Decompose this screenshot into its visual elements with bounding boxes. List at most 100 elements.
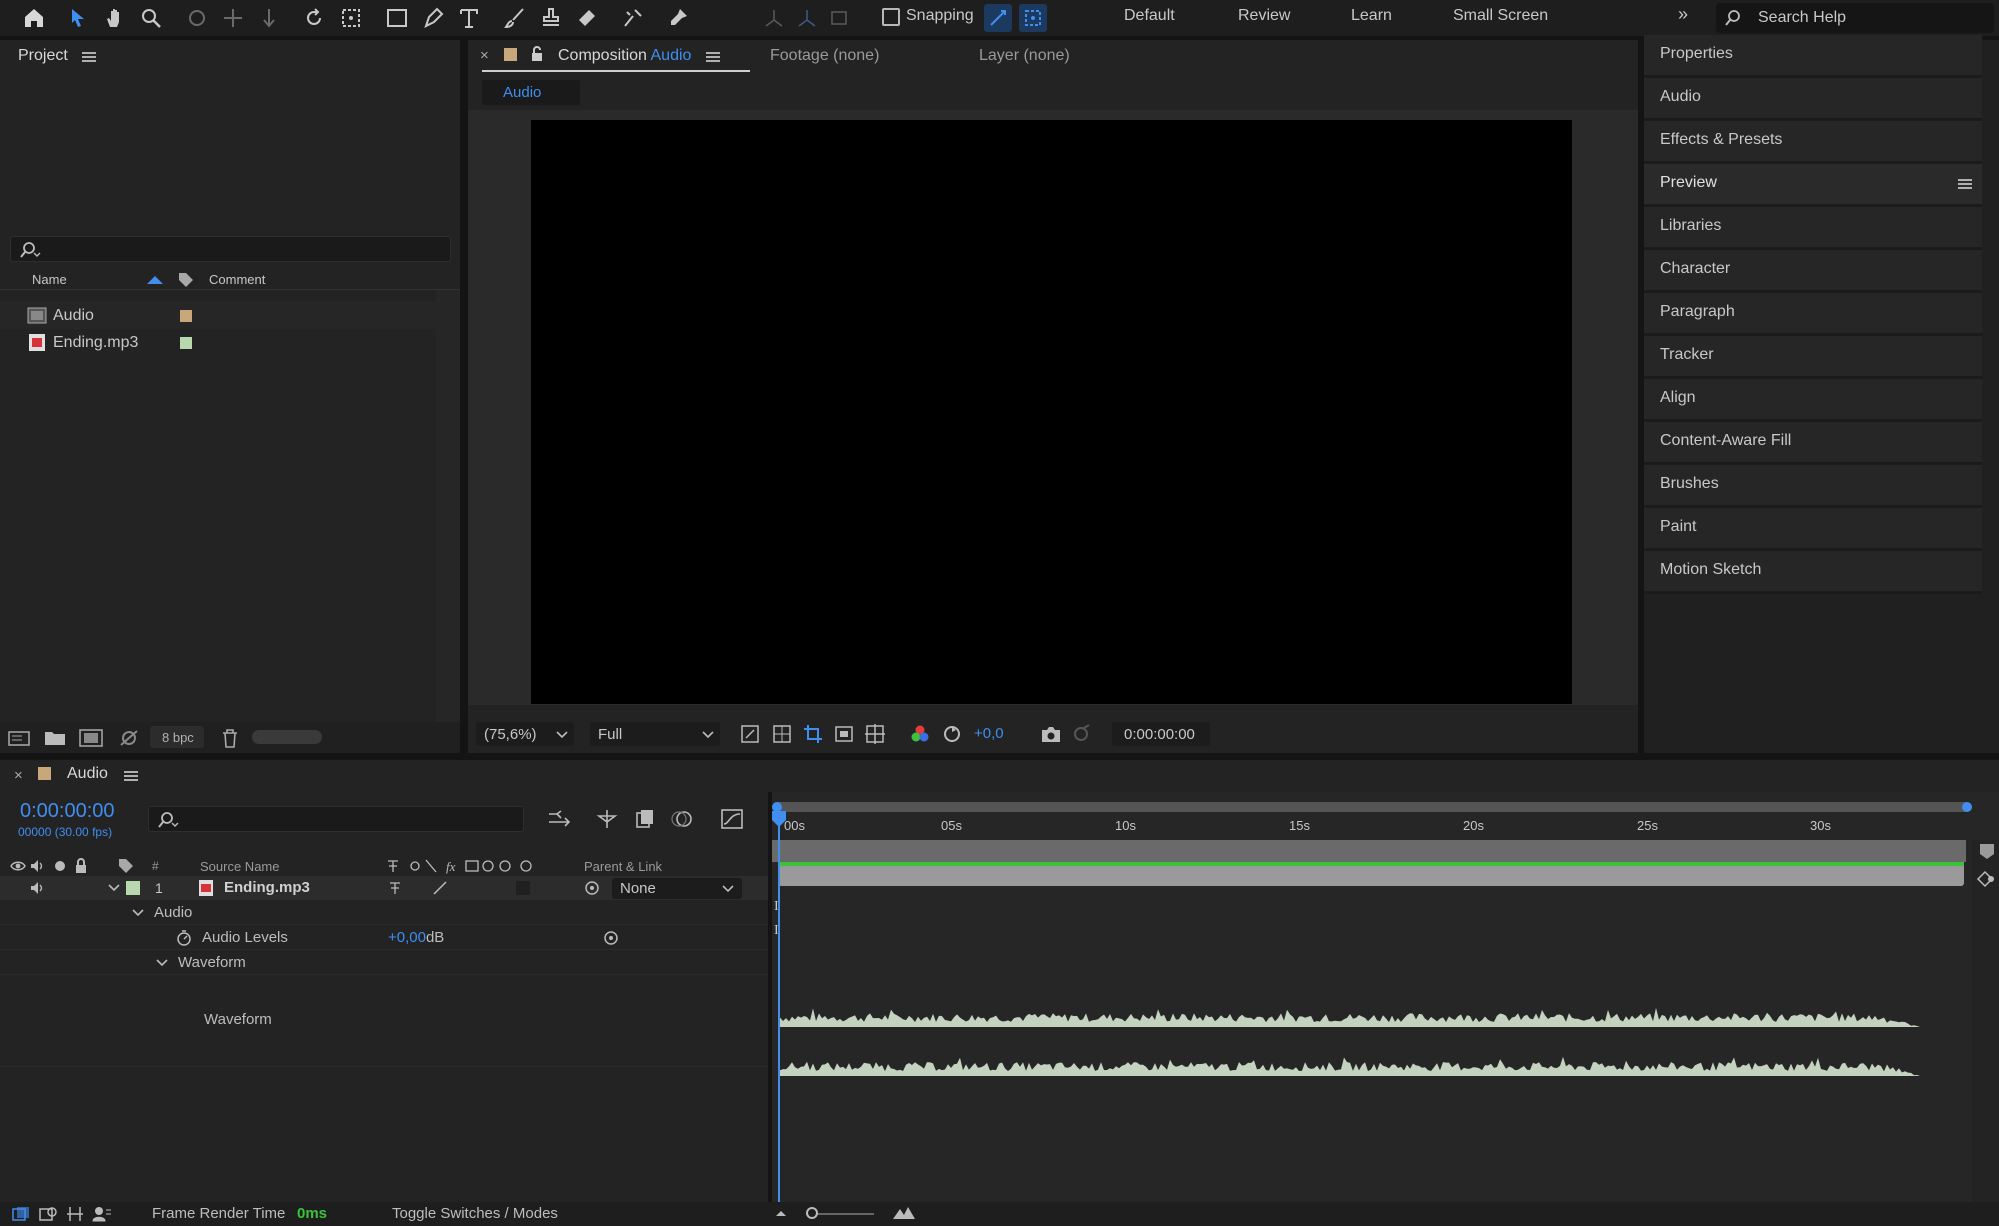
- roto-brush-tool-icon[interactable]: [619, 4, 647, 32]
- hand-tool-icon[interactable]: [101, 4, 129, 32]
- snapshot-camera-icon[interactable]: [1040, 724, 1062, 744]
- panel-effects-presets[interactable]: Effects & Presets: [1644, 121, 1982, 164]
- project-item-row[interactable]: Ending.mp3: [0, 329, 460, 356]
- layer-tab[interactable]: Layer (none): [979, 47, 1070, 65]
- show-snapshot-icon[interactable]: [1070, 724, 1092, 744]
- timeline-scroll-track[interactable]: [1972, 840, 1999, 1202]
- brush-tool-icon[interactable]: [501, 4, 529, 32]
- adjustment-switch[interactable]: [516, 881, 530, 895]
- snap-features-icon[interactable]: [1019, 4, 1047, 32]
- project-search-input[interactable]: [10, 236, 451, 262]
- parent-dropdown[interactable]: None: [612, 878, 742, 899]
- lock-icon[interactable]: [530, 46, 544, 62]
- timeline-search-input[interactable]: [148, 806, 524, 832]
- trash-icon[interactable]: [221, 728, 239, 748]
- new-composition-icon[interactable]: [79, 729, 103, 747]
- toggle-switches-modes-button[interactable]: Toggle Switches / Modes: [392, 1205, 558, 1222]
- viewer-area[interactable]: [468, 110, 1638, 705]
- current-time-display[interactable]: 0:00:00:00: [20, 800, 115, 823]
- eraser-tool-icon[interactable]: [573, 4, 601, 32]
- comp-flowchart-icon[interactable]: [547, 808, 571, 830]
- column-name[interactable]: Name: [32, 272, 67, 287]
- column-parent-link[interactable]: Parent & Link: [584, 859, 662, 874]
- project-title[interactable]: Project: [18, 47, 68, 65]
- panel-preview[interactable]: Preview: [1644, 164, 1982, 207]
- column-source-name[interactable]: Source Name: [200, 859, 279, 874]
- workspace-learn[interactable]: Learn: [1351, 7, 1392, 25]
- panel-paint[interactable]: Paint: [1644, 508, 1982, 551]
- time-graph[interactable]: 00s 05s 10s 15s 20s 25s 30s I I: [772, 792, 1999, 1202]
- solo-icon[interactable]: [54, 860, 66, 872]
- rotation-tool-icon[interactable]: [300, 4, 328, 32]
- project-item-row[interactable]: Audio: [0, 302, 460, 329]
- reset-exposure-icon[interactable]: [942, 724, 962, 744]
- render-time-icon[interactable]: [92, 1206, 112, 1222]
- panel-libraries[interactable]: Libraries: [1644, 207, 1982, 250]
- zoom-tool-icon[interactable]: [137, 4, 165, 32]
- home-icon[interactable]: [20, 4, 48, 32]
- snap-edges-icon[interactable]: [984, 4, 1012, 32]
- pen-tool-icon[interactable]: [419, 4, 447, 32]
- playhead-line[interactable]: [778, 812, 780, 1202]
- label-tag-icon[interactable]: [178, 272, 194, 288]
- magnification-dropdown[interactable]: (75,6%): [476, 722, 574, 746]
- show-channel-icon[interactable]: [910, 724, 930, 744]
- lock-icon[interactable]: [74, 858, 88, 874]
- quality-switch-icon[interactable]: [432, 880, 448, 896]
- chevron-down-icon[interactable]: [132, 909, 144, 917]
- label-color-swatch[interactable]: [504, 48, 517, 61]
- workspace-default[interactable]: Default: [1124, 7, 1175, 25]
- snapping-checkbox[interactable]: [882, 8, 900, 26]
- type-tool-icon[interactable]: [455, 4, 483, 32]
- exposure-value[interactable]: +0,0: [974, 725, 1004, 742]
- panel-content-aware-fill[interactable]: Content-Aware Fill: [1644, 422, 1982, 465]
- pick-whip-icon[interactable]: [584, 880, 600, 896]
- dolly-camera-icon[interactable]: [255, 4, 283, 32]
- waveform-property-group[interactable]: Waveform: [0, 950, 770, 975]
- column-comment[interactable]: Comment: [209, 272, 265, 287]
- panel-paragraph[interactable]: Paragraph: [1644, 293, 1982, 336]
- preview-menu-icon[interactable]: [1958, 179, 1972, 189]
- panel-brushes[interactable]: Brushes: [1644, 465, 1982, 508]
- draft-3d-icon[interactable]: [596, 808, 618, 830]
- new-folder-icon[interactable]: [44, 729, 66, 747]
- selection-tool-icon[interactable]: [64, 4, 92, 32]
- layer-row[interactable]: 1 Ending.mp3 None: [0, 876, 770, 900]
- viewer-timecode[interactable]: 0:00:00:00: [1112, 722, 1210, 746]
- label-tag-icon[interactable]: [118, 858, 134, 874]
- pan-behind-tool-icon[interactable]: [337, 4, 365, 32]
- comp-breadcrumb[interactable]: Audio: [482, 80, 580, 105]
- chevron-down-icon[interactable]: [156, 959, 168, 967]
- composition-menu-icon[interactable]: [706, 52, 720, 62]
- toggle-mask-icon[interactable]: [834, 724, 854, 744]
- panel-align[interactable]: Align: [1644, 379, 1982, 422]
- composition-tab[interactable]: Composition Audio: [558, 47, 691, 65]
- orbit-camera-icon[interactable]: [183, 4, 211, 32]
- footage-tab[interactable]: Footage (none): [770, 47, 879, 65]
- zoom-out-icon[interactable]: [774, 1207, 788, 1219]
- audio-levels-value[interactable]: +0,00dB: [388, 929, 444, 946]
- workspace-small-screen[interactable]: Small Screen: [1453, 7, 1548, 25]
- search-help-field[interactable]: Search Help: [1716, 3, 1994, 33]
- resolution-dropdown[interactable]: Full: [590, 722, 720, 746]
- composition-canvas[interactable]: [531, 120, 1572, 704]
- eye-icon[interactable]: [10, 859, 26, 873]
- playhead-handle-icon[interactable]: [771, 810, 787, 828]
- bpc-button[interactable]: 8 bpc: [150, 726, 204, 748]
- audio-property-group[interactable]: Audio: [0, 900, 770, 925]
- close-tab-icon[interactable]: ×: [480, 47, 489, 64]
- zoom-in-icon[interactable]: [892, 1205, 916, 1221]
- comp-marker-bin-icon[interactable]: [1978, 842, 1996, 860]
- tune-icon[interactable]: [1976, 870, 1998, 888]
- audio-enabled-icon[interactable]: [30, 881, 46, 895]
- layer-name[interactable]: Ending.mp3: [224, 879, 310, 896]
- fast-previews-icon[interactable]: [740, 724, 760, 744]
- clone-stamp-tool-icon[interactable]: [537, 4, 565, 32]
- panel-character[interactable]: Character: [1644, 250, 1982, 293]
- view-axis-icon[interactable]: [826, 4, 854, 32]
- graph-editor-icon[interactable]: [720, 808, 744, 830]
- rectangle-tool-icon[interactable]: [383, 4, 411, 32]
- grid-guides-icon[interactable]: [864, 723, 886, 745]
- shy-switch-icon[interactable]: [388, 880, 404, 896]
- stopwatch-icon[interactable]: [176, 929, 192, 947]
